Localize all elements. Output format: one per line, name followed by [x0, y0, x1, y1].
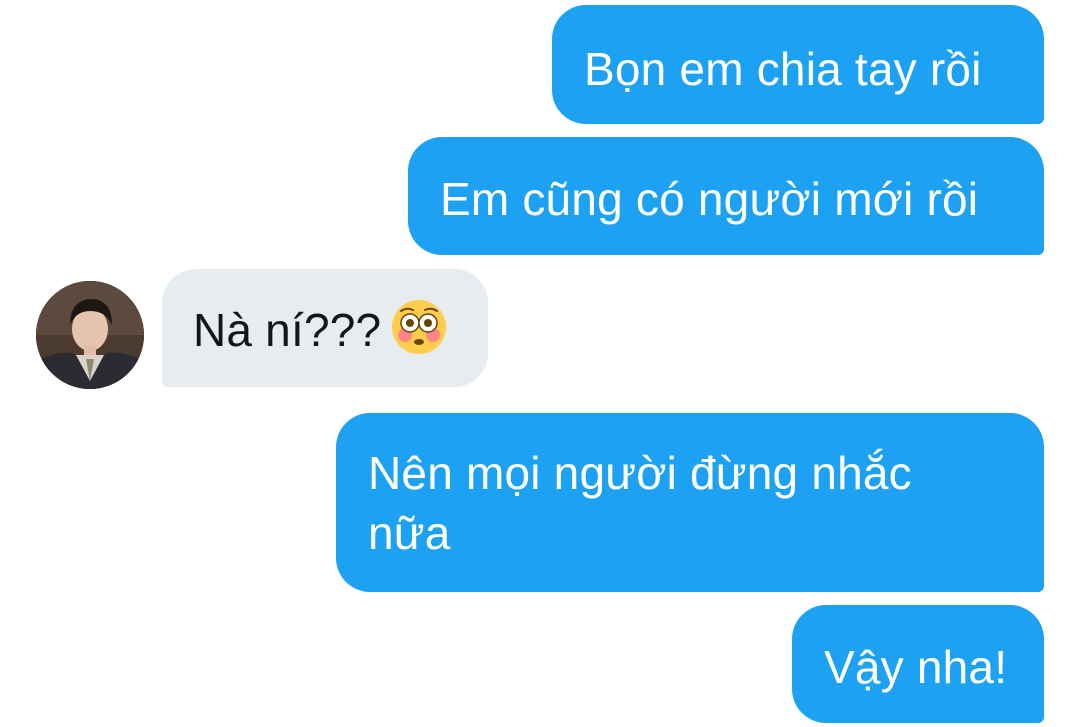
outgoing-message-bubble[interactable]: Nên mọi người đừng nhắc nữa	[336, 413, 1044, 592]
message-text: Em cũng có người mới rồi	[440, 173, 979, 225]
outgoing-message-bubble[interactable]: Em cũng có người mới rồi	[408, 137, 1044, 255]
message-text: Nà ní???	[193, 304, 382, 356]
outgoing-message-bubble[interactable]: Vậy nha!	[792, 605, 1044, 723]
message-text: Bọn em chia tay rồi	[584, 43, 982, 95]
message-text: Nên mọi người đừng nhắc nữa	[368, 447, 912, 559]
contact-avatar[interactable]	[36, 281, 144, 389]
message-text-row: Nà ní???	[193, 299, 488, 369]
incoming-message-bubble[interactable]: Nà ní???	[162, 269, 488, 387]
message-text: Vậy nha!	[824, 641, 1008, 693]
flushed-face-emoji-icon	[391, 299, 447, 369]
contact-avatar-photo-icon	[36, 281, 144, 389]
outgoing-message-bubble[interactable]: Bọn em chia tay rồi	[552, 5, 1044, 124]
